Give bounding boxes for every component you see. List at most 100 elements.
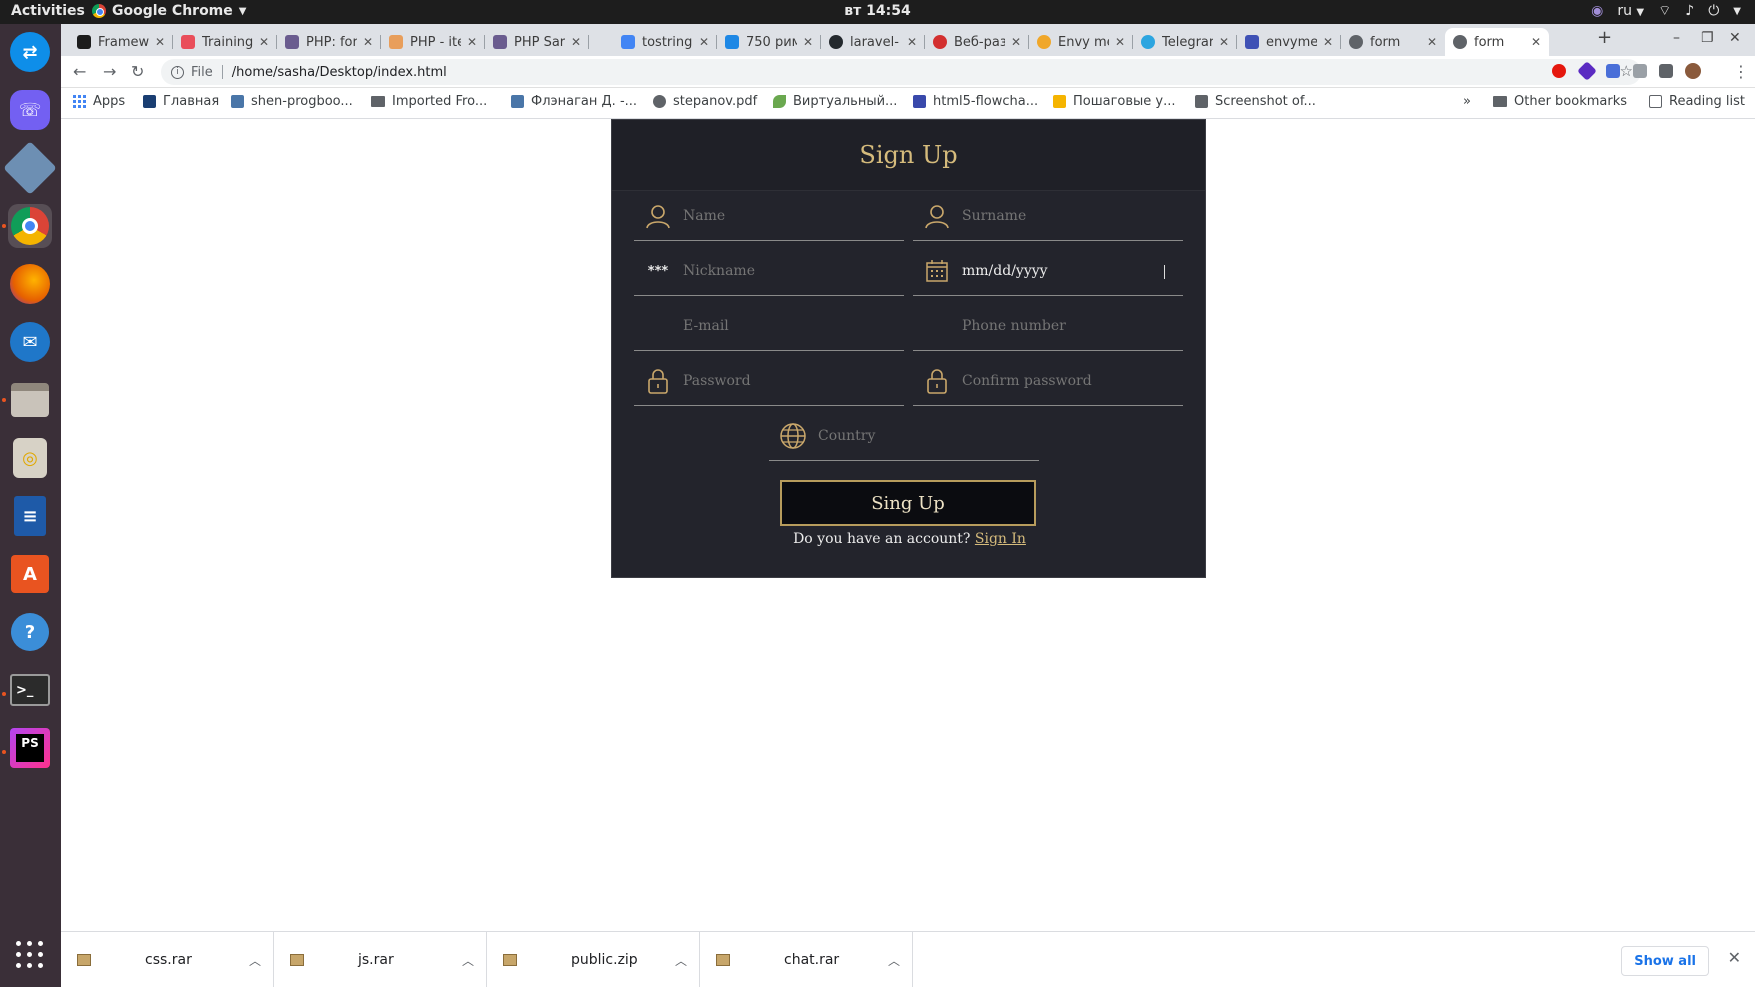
other-bookmarks[interactable]: Other bookmarks	[1493, 94, 1627, 109]
nickname-field[interactable]: ***	[634, 247, 904, 296]
chevron-up-icon[interactable]: ︿	[249, 952, 261, 969]
bookmark-item[interactable]: stepanov.pdf	[653, 94, 757, 109]
close-tab-icon[interactable]: ✕	[363, 35, 373, 49]
browser-tab-active[interactable]: form ✕	[1445, 28, 1549, 56]
chevron-up-icon[interactable]: ︿	[462, 952, 474, 969]
bookmark-item[interactable]: Флэнаган Д. -...	[511, 94, 637, 109]
browser-tab[interactable]: PHP: for ✕	[277, 28, 381, 56]
software-center-icon[interactable]: A	[8, 552, 52, 596]
bookmark-item[interactable]: html5-flowcha...	[913, 94, 1038, 109]
sign-up-button[interactable]: Sing Up	[780, 480, 1036, 526]
terminal-icon[interactable]: >_	[8, 668, 52, 712]
files-icon[interactable]	[8, 378, 52, 422]
password-input[interactable]	[683, 373, 893, 389]
system-tray[interactable]: ◉ ru ▼ ⌔ ♪ ⏻ ▼	[1591, 2, 1741, 20]
sign-in-link[interactable]: Sign In	[975, 531, 1026, 547]
translate-extension-icon[interactable]	[1606, 64, 1620, 78]
close-tab-icon[interactable]: ✕	[1323, 35, 1333, 49]
reading-list[interactable]: Reading list	[1649, 94, 1745, 109]
info-icon[interactable]: i	[171, 65, 184, 79]
show-applications-icon[interactable]	[16, 941, 44, 969]
download-item[interactable]: public.zip ︿	[487, 932, 700, 987]
confirm-password-input[interactable]	[962, 373, 1172, 389]
opera-extension-icon[interactable]	[1552, 64, 1566, 78]
browser-tab[interactable]: Telegrar ✕	[1133, 28, 1237, 56]
reload-icon[interactable]: ↻	[131, 62, 144, 81]
avatar[interactable]	[1685, 63, 1701, 79]
firefox-icon[interactable]	[8, 262, 52, 306]
close-tab-icon[interactable]: ✕	[155, 35, 165, 49]
libreoffice-writer-icon[interactable]: ≡	[8, 494, 52, 538]
bookmark-item[interactable]: Виртуальный...	[773, 94, 897, 109]
name-input[interactable]	[683, 208, 893, 224]
close-tab-icon[interactable]: ✕	[1427, 35, 1437, 49]
close-tab-icon[interactable]: ✕	[1011, 35, 1021, 49]
close-tab-icon[interactable]: ✕	[259, 35, 269, 49]
viber-tray-icon[interactable]: ◉	[1591, 3, 1603, 19]
bookmark-apps[interactable]: Apps	[73, 94, 125, 109]
country-input[interactable]	[818, 428, 1028, 444]
new-tab-button[interactable]: +	[1597, 27, 1612, 48]
app-menu[interactable]: Google Chrome ▼	[92, 3, 246, 19]
browser-tab[interactable]: form ✕	[1341, 28, 1445, 56]
forward-arrow-icon[interactable]: →	[103, 62, 116, 81]
email-input[interactable]	[683, 318, 893, 334]
bookmark-item[interactable]: Главная	[143, 94, 219, 109]
birthdate-field[interactable]: mm/dd/yyyy	[913, 247, 1183, 296]
browser-tab[interactable]: Framew ✕	[69, 28, 173, 56]
close-tab-icon[interactable]: ✕	[907, 35, 917, 49]
close-tab-icon[interactable]: ✕	[467, 35, 477, 49]
browser-tab[interactable]: Training ✕	[173, 28, 277, 56]
name-field[interactable]	[634, 192, 904, 241]
rhythmbox-icon[interactable]: ◎	[8, 436, 52, 480]
teamviewer-icon[interactable]: ⇄	[8, 30, 52, 74]
bookmarks-overflow-button[interactable]: »	[1463, 94, 1471, 109]
close-window-button[interactable]: ✕	[1729, 30, 1741, 46]
clock[interactable]: вт 14:54	[0, 3, 1755, 19]
viber-icon[interactable]: ☏	[8, 88, 52, 132]
address-bar[interactable]: i File /home/sasha/Desktop/index.html ☆	[161, 59, 1641, 85]
bookmark-item[interactable]: Пошаговые у...	[1053, 94, 1176, 109]
thunderbird-icon[interactable]: ✉	[8, 320, 52, 364]
email-field[interactable]	[634, 302, 904, 351]
browser-tab[interactable]: 750 рим ✕	[717, 28, 821, 56]
language-indicator[interactable]: ru ▼	[1617, 3, 1644, 19]
close-tab-icon[interactable]: ✕	[1219, 35, 1229, 49]
virtualbox-icon[interactable]	[3, 141, 57, 195]
grey-extension-icon[interactable]	[1633, 64, 1647, 78]
bookmark-star-icon[interactable]: ☆	[1620, 62, 1633, 80]
close-tab-icon[interactable]: ✕	[1531, 35, 1541, 49]
download-item[interactable]: css.rar ︿	[61, 932, 274, 987]
browser-tab[interactable]: PHP - ite ✕	[381, 28, 485, 56]
chevron-up-icon[interactable]: ︿	[675, 952, 687, 969]
show-all-button[interactable]: Show all	[1621, 946, 1709, 976]
phpstorm-icon[interactable]: PS	[8, 726, 52, 770]
chevron-up-icon[interactable]: ︿	[888, 952, 900, 969]
close-tab-icon[interactable]: ✕	[1115, 35, 1125, 49]
activities-button[interactable]: Activities	[11, 3, 85, 19]
bookmark-item[interactable]: shen-progboo...	[231, 94, 353, 109]
download-item[interactable]: js.rar ︿	[274, 932, 487, 987]
close-icon[interactable]: ✕	[1728, 948, 1741, 967]
phone-field[interactable]	[913, 302, 1183, 351]
browser-tab[interactable]: envyme ✕	[1237, 28, 1341, 56]
browser-tab[interactable]: Веб-раз ✕	[925, 28, 1029, 56]
close-tab-icon[interactable]: ✕	[571, 35, 581, 49]
minimize-button[interactable]: –	[1673, 30, 1680, 46]
password-field[interactable]	[634, 357, 904, 406]
close-tab-icon[interactable]: ✕	[803, 35, 813, 49]
surname-field[interactable]	[913, 192, 1183, 241]
surname-input[interactable]	[962, 208, 1172, 224]
help-icon[interactable]: ?	[8, 610, 52, 654]
nickname-input[interactable]	[683, 263, 893, 279]
kebab-menu-icon[interactable]: ⋮	[1733, 62, 1749, 81]
browser-tab[interactable]: Envy me✕	[1029, 28, 1133, 56]
browser-tab[interactable]: tostring ✕	[613, 28, 717, 56]
confirm-password-field[interactable]	[913, 357, 1183, 406]
phone-input[interactable]	[962, 318, 1172, 334]
birthdate-input[interactable]: mm/dd/yyyy	[962, 263, 1172, 279]
country-field[interactable]	[769, 412, 1039, 461]
bookmark-folder[interactable]: Imported Fro...	[371, 94, 487, 109]
maximize-button[interactable]: ❐	[1701, 30, 1714, 46]
back-arrow-icon[interactable]: ←	[73, 62, 86, 81]
